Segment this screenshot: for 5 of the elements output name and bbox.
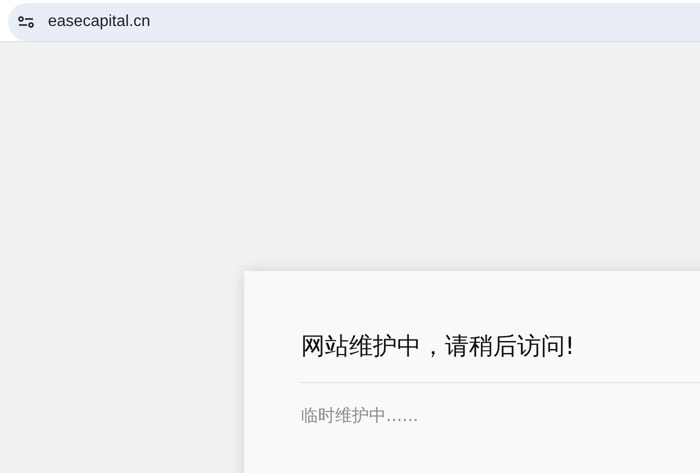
url-text: easecapital.cn [48,13,150,31]
notice-title: 网站维护中，请稍后访问! [301,331,576,362]
site-settings-icon[interactable] [18,16,34,28]
address-bar[interactable]: easecapital.cn [8,3,700,41]
notice-message: 临时维护中...... [301,405,420,428]
